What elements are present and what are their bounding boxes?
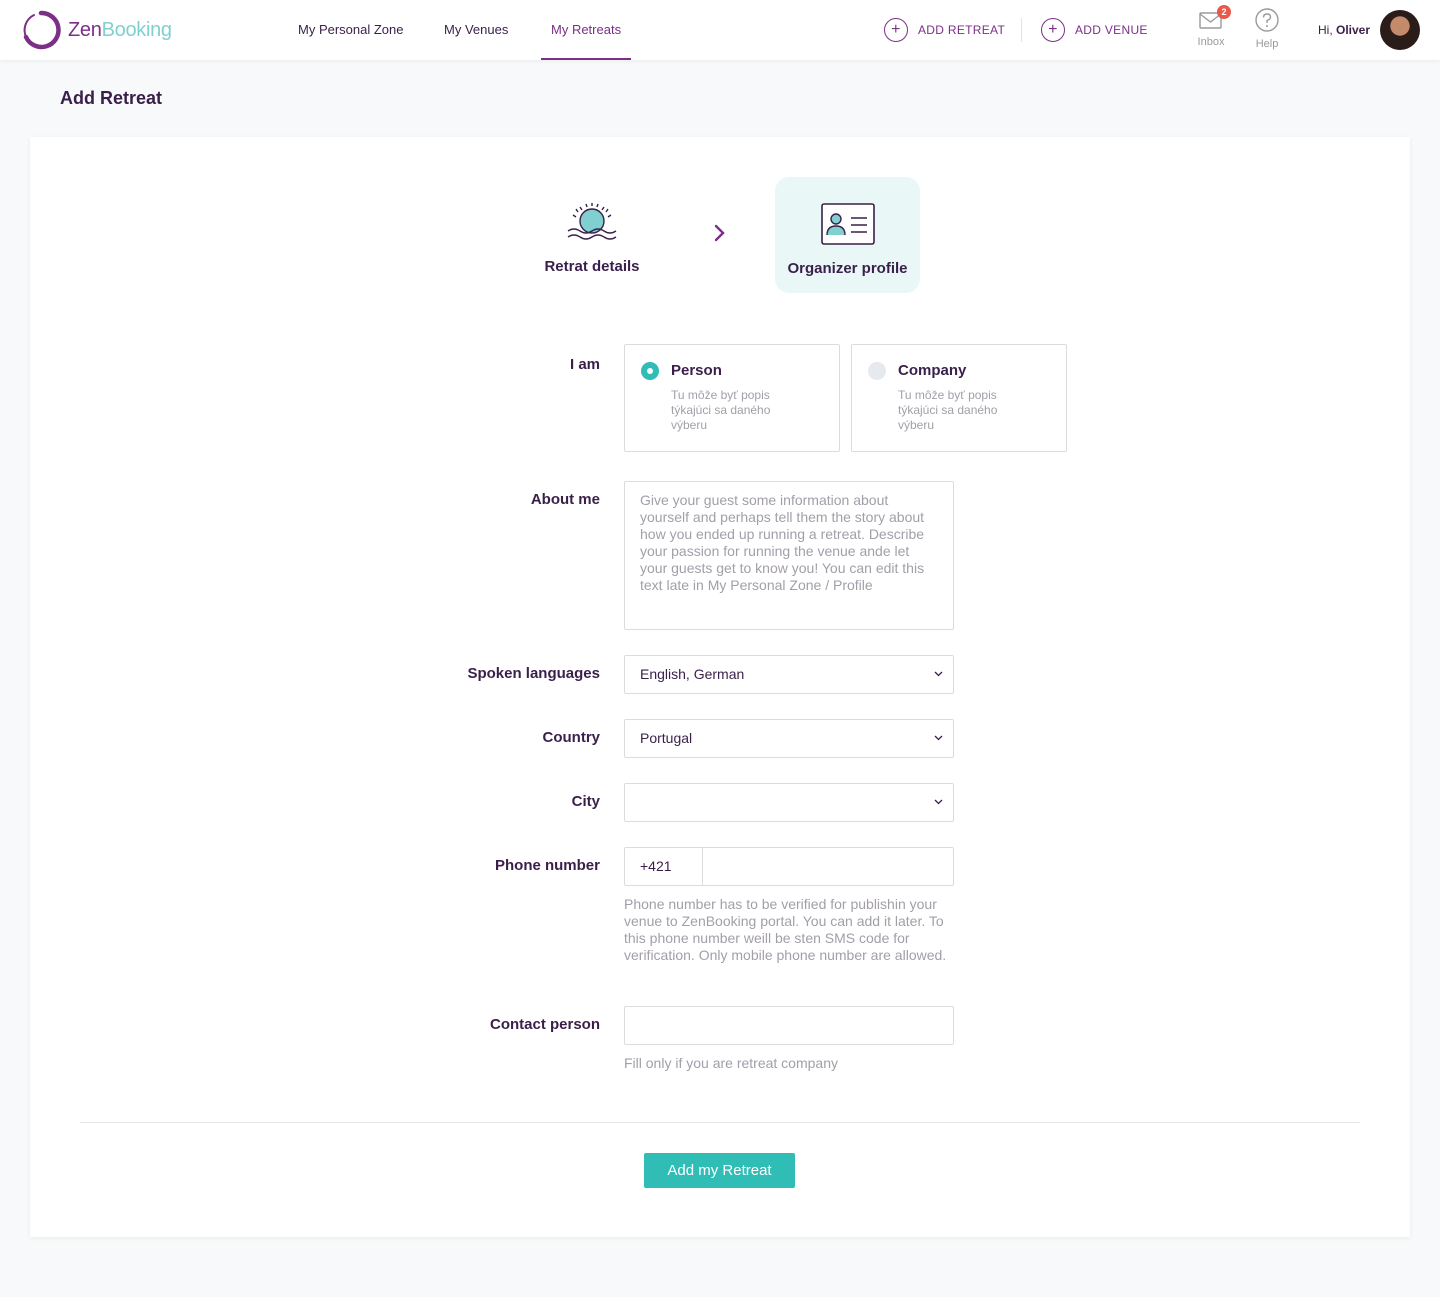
chevron-down-icon (934, 799, 943, 805)
city-label: City (571, 793, 600, 810)
logo-text: ZenBooking (68, 19, 172, 42)
chevron-down-icon (934, 735, 943, 741)
country-label: Country (542, 729, 601, 746)
radio-description: Tu môže byť popis týkajúci sa daného výb… (898, 388, 998, 432)
spoken-languages-label: Spoken languages (467, 665, 600, 682)
select-value: Portugal (640, 730, 693, 746)
nav-link-my-venues[interactable]: My Venues (444, 0, 508, 60)
nav-link-my-retreats[interactable]: My Retreats (540, 0, 632, 60)
radio-title: Company (898, 362, 967, 379)
logo-text-zen: Zen (68, 18, 102, 41)
step-retreat-details[interactable]: Retrat details (544, 197, 640, 275)
add-retreat-label: ADD RETREAT (918, 23, 1006, 37)
logo-ring-icon (23, 10, 61, 50)
help-label: Help (1255, 38, 1279, 50)
greeting-prefix: Hi, (1318, 23, 1336, 37)
nav-divider (1021, 18, 1022, 42)
avatar[interactable] (1380, 10, 1420, 50)
user-name: Oliver (1336, 23, 1371, 37)
nav-link-my-personal-zone[interactable]: My Personal Zone (298, 0, 404, 60)
about-me-label: About me (530, 491, 600, 508)
id-card-icon (820, 203, 875, 245)
radio-title: Person (671, 362, 722, 379)
inbox-label: Inbox (1197, 36, 1225, 48)
select-value: English, German (640, 666, 745, 682)
add-venue-button[interactable]: + ADD VENUE (1041, 17, 1148, 43)
inbox-count-badge: 2 (1217, 5, 1231, 19)
form-card: Retrat details Organizer profile I am Pe… (30, 137, 1410, 1237)
iam-label: I am (569, 356, 600, 373)
add-retreat-button[interactable]: + ADD RETREAT (884, 17, 1005, 43)
add-my-retreat-button[interactable]: Add my Retreat (644, 1153, 795, 1188)
chevron-right-icon (714, 224, 725, 242)
city-select[interactable] (624, 783, 954, 822)
sunrise-icon (567, 203, 617, 240)
contact-person-hint: Fill only if you are retreat company (624, 1055, 838, 1071)
radio-description: Tu môže byť popis týkajúci sa daného výb… (671, 388, 771, 432)
phone-field: +421 (624, 847, 954, 886)
radio-unselected-icon (868, 362, 886, 380)
step-label: Organizer profile (787, 260, 908, 277)
radio-person[interactable]: Person Tu môže byť popis týkajúci sa dan… (624, 344, 840, 452)
step-label: Retrat details (544, 258, 640, 275)
step-organizer-profile[interactable]: Organizer profile (775, 177, 920, 293)
phone-number-input[interactable] (703, 848, 953, 885)
help-button[interactable]: Help (1247, 8, 1287, 50)
question-circle-icon (1255, 8, 1279, 32)
phone-prefix-select[interactable]: +421 (625, 848, 703, 885)
phone-number-label: Phone number (494, 857, 600, 874)
divider (80, 1122, 1360, 1123)
phone-hint: Phone number has to be verified for publ… (624, 896, 947, 963)
plus-circle-icon: + (1041, 18, 1065, 42)
page-title: Add Retreat (60, 88, 163, 108)
user-greeting: Hi, Oliver (1318, 23, 1370, 37)
top-navigation: ZenBooking My Personal Zone My Venues My… (0, 0, 1440, 60)
logo[interactable]: ZenBooking (20, 9, 172, 51)
logo-text-booking: Booking (101, 18, 172, 41)
chevron-down-icon (934, 671, 943, 677)
contact-person-input[interactable] (624, 1006, 954, 1045)
contact-person-label: Contact person (489, 1016, 600, 1033)
plus-circle-icon: + (884, 18, 908, 42)
add-venue-label: ADD VENUE (1075, 23, 1148, 37)
radio-company[interactable]: Company Tu môže byť popis týkajúci sa da… (851, 344, 1067, 452)
inbox-button[interactable]: 2 Inbox (1191, 5, 1231, 48)
radio-selected-icon (641, 362, 659, 380)
about-me-textarea[interactable]: Give your guest some information about y… (624, 481, 954, 630)
spoken-languages-select[interactable]: English, German (624, 655, 954, 694)
country-select[interactable]: Portugal (624, 719, 954, 758)
